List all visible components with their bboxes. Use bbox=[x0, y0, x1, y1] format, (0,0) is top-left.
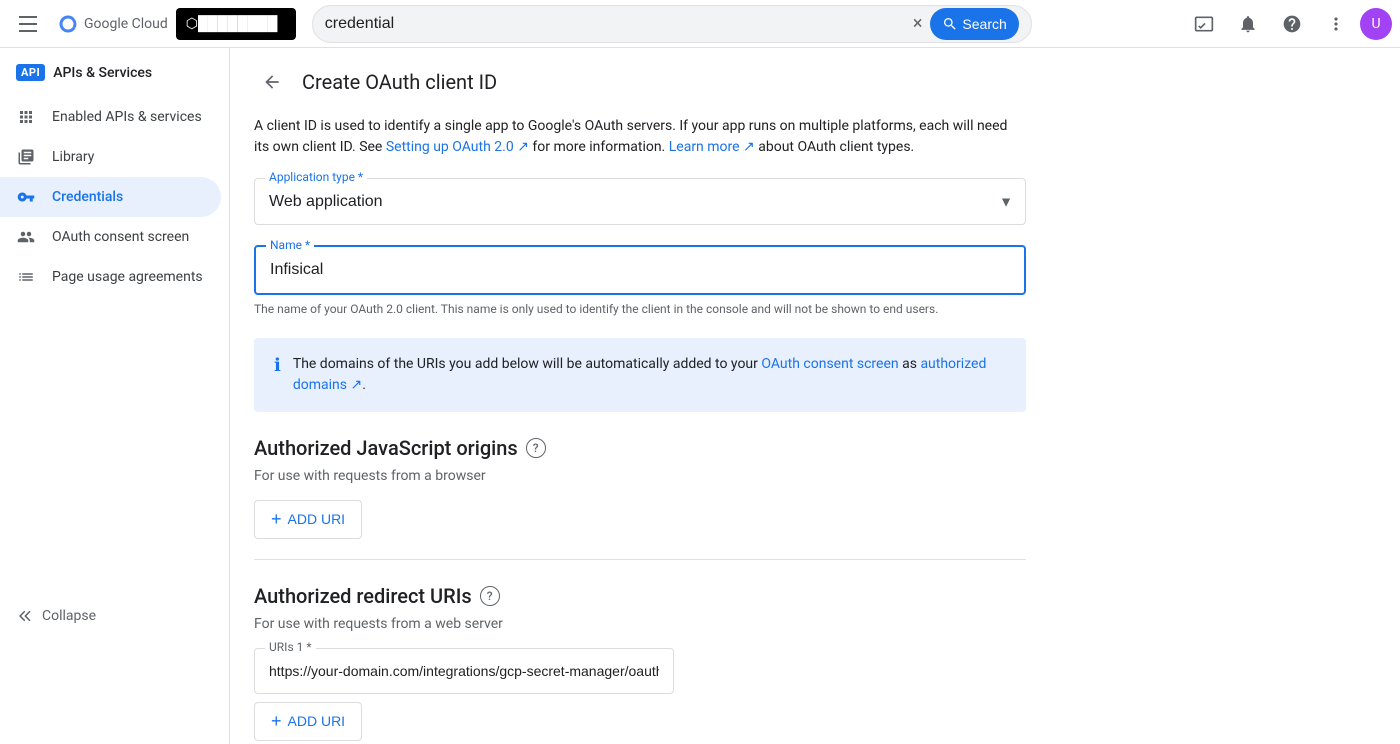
project-name: ████████ bbox=[198, 15, 277, 32]
help-icon bbox=[1282, 14, 1302, 34]
collapse-label: Collapse bbox=[42, 608, 96, 624]
js-origins-section: Authorized JavaScript origins ? For use … bbox=[254, 436, 1026, 539]
info-box-text: The domains of the URIs you add below wi… bbox=[293, 354, 1006, 396]
sidebar-item-page-usage-label: Page usage agreements bbox=[52, 269, 203, 285]
sidebar-title: APIs & Services bbox=[53, 65, 152, 81]
google-cloud-logo[interactable]: Google Cloud bbox=[56, 12, 168, 36]
main-content: Create OAuth client ID A client ID is us… bbox=[230, 48, 1400, 744]
add-uri-plus-icon: + bbox=[271, 509, 282, 530]
key-icon bbox=[16, 187, 36, 207]
divider bbox=[254, 559, 1026, 560]
redirect-uris-title: Authorized redirect URIs ? bbox=[254, 584, 1026, 608]
back-arrow-icon bbox=[262, 72, 282, 92]
help-button[interactable] bbox=[1272, 4, 1312, 44]
content-body: A client ID is used to identify a single… bbox=[230, 116, 1050, 744]
search-input[interactable] bbox=[325, 15, 913, 33]
sidebar-item-page-usage[interactable]: Page usage agreements bbox=[0, 257, 221, 297]
user-avatar[interactable]: U bbox=[1360, 8, 1392, 40]
search-bar: × Search bbox=[312, 5, 1032, 43]
learn-more-link[interactable]: Learn more ↗ bbox=[669, 139, 755, 155]
name-input-wrapper: Name * bbox=[254, 245, 1026, 295]
sidebar-item-library-label: Library bbox=[52, 149, 94, 165]
google-cloud-icon bbox=[56, 12, 80, 36]
project-selector-dot: ⬡ bbox=[186, 16, 198, 32]
consent-screen-link[interactable]: OAuth consent screen bbox=[761, 356, 898, 372]
redirect-add-uri-plus-icon: + bbox=[271, 711, 282, 732]
book-icon bbox=[16, 147, 36, 167]
redirect-uris-section: Authorized redirect URIs ? For use with … bbox=[254, 584, 1026, 741]
name-group: Name * The name of your OAuth 2.0 client… bbox=[254, 245, 1026, 318]
notifications-button[interactable] bbox=[1228, 4, 1268, 44]
sidebar-item-credentials[interactable]: Credentials bbox=[0, 177, 221, 217]
search-icon bbox=[942, 16, 958, 32]
sidebar-item-enabled-apis-label: Enabled APIs & services bbox=[52, 109, 202, 125]
sidebar-item-oauth-consent[interactable]: OAuth consent screen bbox=[0, 217, 221, 257]
hamburger-menu-button[interactable] bbox=[8, 4, 48, 44]
sidebar-item-oauth-consent-label: OAuth consent screen bbox=[52, 229, 189, 245]
redirect-uris-add-uri-button[interactable]: + ADD URI bbox=[254, 702, 362, 741]
project-selector[interactable]: ⬡ ████████ bbox=[176, 8, 296, 40]
page-title: Create OAuth client ID bbox=[302, 70, 497, 94]
info-box: ℹ The domains of the URIs you add below … bbox=[254, 338, 1026, 412]
js-origins-add-uri-label: ADD URI bbox=[288, 511, 346, 527]
back-button[interactable] bbox=[254, 64, 290, 100]
name-hint: The name of your OAuth 2.0 client. This … bbox=[254, 301, 1026, 318]
people-icon bbox=[16, 227, 36, 247]
sidebar-item-library[interactable]: Library bbox=[0, 137, 221, 177]
application-type-label: Application type * bbox=[265, 170, 367, 184]
setting-up-oauth-link[interactable]: Setting up OAuth 2.0 ↗ bbox=[386, 139, 529, 155]
search-clear-icon[interactable]: × bbox=[913, 13, 923, 34]
js-origins-add-uri-button[interactable]: + ADD URI bbox=[254, 500, 362, 539]
search-button-label: Search bbox=[962, 16, 1006, 32]
redirect-uri-label: URIs 1 * bbox=[265, 640, 316, 654]
top-nav: Google Cloud ⬡ ████████ × Search bbox=[0, 0, 1400, 48]
more-vert-icon bbox=[1326, 14, 1346, 34]
grid-icon bbox=[16, 107, 36, 127]
application-type-select[interactable]: Web application iOS Android Desktop app … bbox=[255, 179, 1025, 224]
sidebar-item-credentials-label: Credentials bbox=[52, 189, 123, 205]
google-cloud-text: Google Cloud bbox=[84, 16, 168, 32]
collapse-sidebar-button[interactable]: Collapse bbox=[0, 597, 229, 635]
js-origins-title: Authorized JavaScript origins ? bbox=[254, 436, 1026, 460]
search-button[interactable]: Search bbox=[930, 8, 1018, 40]
console-icon-button[interactable] bbox=[1184, 4, 1224, 44]
bell-icon bbox=[1238, 14, 1258, 34]
hamburger-icon bbox=[19, 16, 37, 32]
redirect-uris-add-uri-label: ADD URI bbox=[288, 713, 346, 729]
list-icon bbox=[16, 267, 36, 287]
name-label: Name * bbox=[266, 238, 314, 252]
sidebar: API APIs & Services Enabled APIs & servi… bbox=[0, 48, 230, 744]
redirect-uri-input[interactable] bbox=[255, 649, 673, 693]
application-type-group: Application type * Web application iOS A… bbox=[254, 178, 1026, 225]
collapse-icon bbox=[16, 607, 34, 625]
js-origins-desc: For use with requests from a browser bbox=[254, 468, 1026, 484]
content-header: Create OAuth client ID bbox=[230, 48, 1400, 116]
redirect-uris-help-icon[interactable]: ? bbox=[480, 586, 500, 606]
body-wrap: API APIs & Services Enabled APIs & servi… bbox=[0, 48, 1400, 744]
console-icon bbox=[1194, 14, 1214, 34]
nav-icons: U bbox=[1184, 4, 1392, 44]
info-icon: ℹ bbox=[274, 355, 281, 376]
sidebar-header: API APIs & Services bbox=[0, 56, 229, 97]
js-origins-help-icon[interactable]: ? bbox=[526, 438, 546, 458]
more-options-button[interactable] bbox=[1316, 4, 1356, 44]
name-input[interactable] bbox=[256, 247, 1024, 293]
redirect-uri-input-wrapper: URIs 1 * bbox=[254, 648, 674, 694]
redirect-uris-desc: For use with requests from a web server bbox=[254, 616, 1026, 632]
application-type-select-wrapper: Application type * Web application iOS A… bbox=[254, 178, 1026, 225]
api-badge: API bbox=[16, 64, 45, 81]
sidebar-item-enabled-apis[interactable]: Enabled APIs & services bbox=[0, 97, 221, 137]
page-description: A client ID is used to identify a single… bbox=[254, 116, 1026, 158]
